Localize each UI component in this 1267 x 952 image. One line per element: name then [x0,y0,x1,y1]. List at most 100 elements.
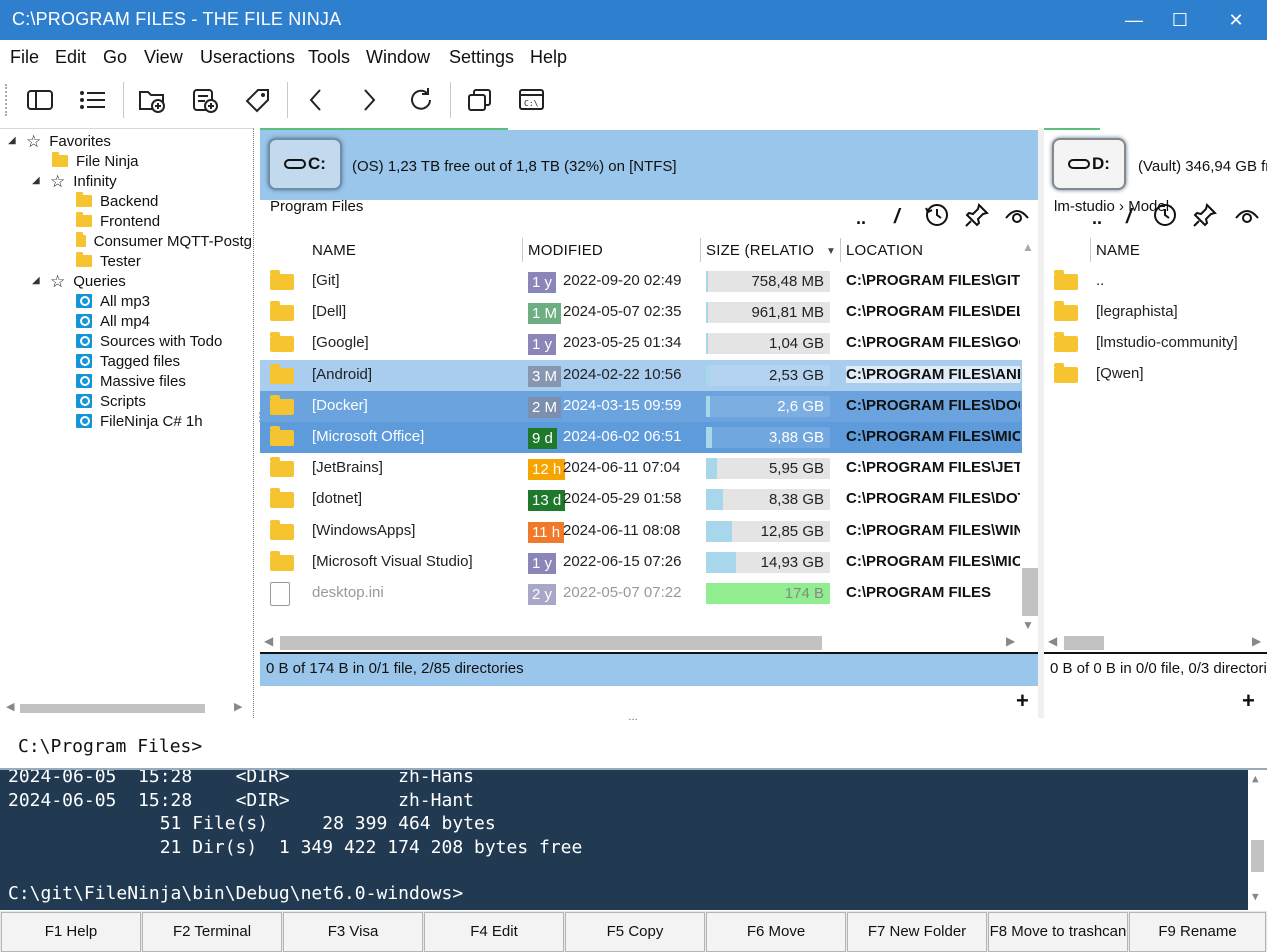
f1-help-button[interactable]: F1 Help [1,912,141,952]
minimize-icon[interactable]: — [1111,0,1157,40]
menu-file[interactable]: File [10,47,39,68]
table-row[interactable]: desktop.ini 2 y 2022-05-07 07:22 174 B C:\PR… [260,578,1022,609]
pane-splitter[interactable] [1038,128,1044,718]
eye-icon[interactable] [1004,206,1030,230]
menu-window[interactable]: Window [366,47,430,68]
tree-query-all-mp3[interactable]: All mp3 [76,291,150,311]
command-line[interactable]: C:\Program Files> [0,728,1267,766]
scroll-right-icon[interactable]: ▶ [234,700,242,713]
copy-window-icon[interactable] [462,82,498,118]
column-separator[interactable] [1090,238,1091,262]
console-scrollbar[interactable]: ▲ ▼ [1248,770,1267,910]
horizontal-scroll-thumb[interactable] [1064,636,1104,650]
tree-hscrollbar[interactable]: ◀ ▶ [6,699,246,717]
menu-tools[interactable]: Tools [308,47,350,68]
menu-help[interactable]: Help [530,47,567,68]
scroll-left-icon[interactable]: ◀ [264,634,273,648]
horizontal-scroll-thumb[interactable] [280,636,822,650]
horizontal-splitter-grip[interactable]: … [628,712,638,723]
table-row[interactable]: [Microsoft Office] 9 d 2024-06-02 06:51 3,8… [260,422,1022,453]
scroll-right-icon[interactable]: ▶ [1006,634,1015,648]
f6-move-button[interactable]: F6 Move [706,912,846,952]
scroll-left-icon[interactable]: ◀ [1048,634,1057,648]
list-item[interactable]: [legraphista] [1044,297,1267,328]
tree-collapse-icon[interactable]: ◢ [32,175,40,186]
f2-terminal-button[interactable]: F2 Terminal [142,912,282,952]
f7-new-folder-button[interactable]: F7 New Folder [847,912,987,952]
column-header-size[interactable]: SIZE (RELATIO [706,242,816,259]
tree-query-all-mp4[interactable]: All mp4 [76,311,150,331]
list-item[interactable]: [lmstudio-community] [1044,328,1267,359]
tree-favorites[interactable]: ☆ Favorites [26,131,111,151]
maximize-icon[interactable]: ☐ [1157,0,1203,40]
tree-collapse-icon[interactable]: ◢ [32,275,40,286]
tree-item-consumer-mqtt[interactable]: Consumer MQTT-Postg [76,231,252,251]
parent-dir-button[interactable]: .. [1092,208,1102,229]
tree-collapse-icon[interactable]: ◢ [8,135,16,146]
scroll-down-icon[interactable]: ▼ [1022,618,1034,632]
tree-item-file-ninja[interactable]: File Ninja [52,151,139,171]
column-separator[interactable] [522,238,523,262]
menu-view[interactable]: View [144,47,183,68]
root-dir-button[interactable]: / [1126,206,1132,229]
table-row[interactable]: [WindowsApps] 11 h 2024-06-11 08:08 12,85 G… [260,516,1022,547]
eye-icon[interactable] [1234,206,1260,230]
tree-query-tagged-files[interactable]: Tagged files [76,351,180,371]
sort-desc-icon[interactable]: ▼ [826,246,836,257]
breadcrumb-segment[interactable]: lm-studio [1054,198,1115,215]
history-icon[interactable] [1152,202,1178,232]
add-tab-button[interactable]: + [1242,688,1255,714]
scroll-up-icon[interactable]: ▲ [1252,772,1259,785]
refresh-icon[interactable] [403,82,439,118]
list-item[interactable]: [Qwen] [1044,359,1267,390]
tree-item-backend[interactable]: Backend [76,191,158,211]
column-header-location[interactable]: LOCATION [846,242,923,259]
close-icon[interactable]: ✕ [1213,0,1259,40]
menu-useractions[interactable]: Useractions [200,47,295,68]
vertical-scroll-thumb[interactable] [1022,568,1038,616]
column-header-name[interactable]: NAME [1096,242,1140,259]
f8-trash-button[interactable]: F8 Move to trashcan [988,912,1128,952]
drive-d-button[interactable]: D: [1052,138,1126,190]
pin-icon[interactable] [1192,202,1218,232]
tree-item-tester[interactable]: Tester [76,251,141,271]
pin-icon[interactable] [964,202,990,232]
table-row[interactable]: [dotnet] 13 d 2024-05-29 01:58 8,38 GB C:\PR… [260,484,1022,515]
tree-queries[interactable]: ☆ Queries [50,271,126,291]
breadcrumb[interactable]: Program Files [270,198,363,215]
menu-go[interactable]: Go [103,47,127,68]
column-header-name[interactable]: NAME [312,242,356,259]
new-file-icon[interactable] [187,82,223,118]
menu-settings[interactable]: Settings [449,47,514,68]
history-icon[interactable] [924,202,950,232]
list-item[interactable]: .. [1044,266,1267,297]
menu-edit[interactable]: Edit [55,47,86,68]
root-dir-button[interactable]: / [894,206,900,229]
command-prompt[interactable]: C:\Program Files> [18,736,202,757]
column-header-modified[interactable]: MODIFIED [528,242,603,259]
tree-query-massive-files[interactable]: Massive files [76,371,186,391]
terminal-icon[interactable]: C:\ [514,82,550,118]
table-row[interactable]: [Dell] 1 M 2024-05-07 02:35 961,81 MB C:\PRO… [260,297,1022,328]
forward-icon[interactable] [351,82,387,118]
drive-c-button[interactable]: C: [268,138,342,190]
tag-icon[interactable] [240,82,276,118]
f4-edit-button[interactable]: F4 Edit [424,912,564,952]
add-tab-button[interactable]: + [1016,688,1029,714]
tree-item-frontend[interactable]: Frontend [76,211,160,231]
scroll-down-icon[interactable]: ▼ [1252,890,1259,903]
scroll-left-icon[interactable]: ◀ [6,700,14,713]
f3-view-button[interactable]: F3 Visa [283,912,423,952]
f5-copy-button[interactable]: F5 Copy [565,912,705,952]
scroll-thumb[interactable] [1251,840,1264,872]
tree-infinity[interactable]: ☆ Infinity [50,171,117,191]
tree-query-sources-todo[interactable]: Sources with Todo [76,331,222,351]
table-row[interactable]: [JetBrains] 12 h 2024-06-11 07:04 5,95 GB C:… [260,453,1022,484]
list-view-icon[interactable] [75,82,111,118]
scroll-right-icon[interactable]: ▶ [1252,634,1261,648]
table-row[interactable]: [Android] 3 M 2024-02-22 10:56 2,53 GB C:\PR… [260,359,1022,391]
table-row[interactable]: [Microsoft Visual Studio] 1 y 2022-06-15 0… [260,547,1022,578]
new-folder-icon[interactable] [134,82,170,118]
column-separator[interactable] [840,238,841,262]
parent-dir-button[interactable]: .. [856,208,866,229]
